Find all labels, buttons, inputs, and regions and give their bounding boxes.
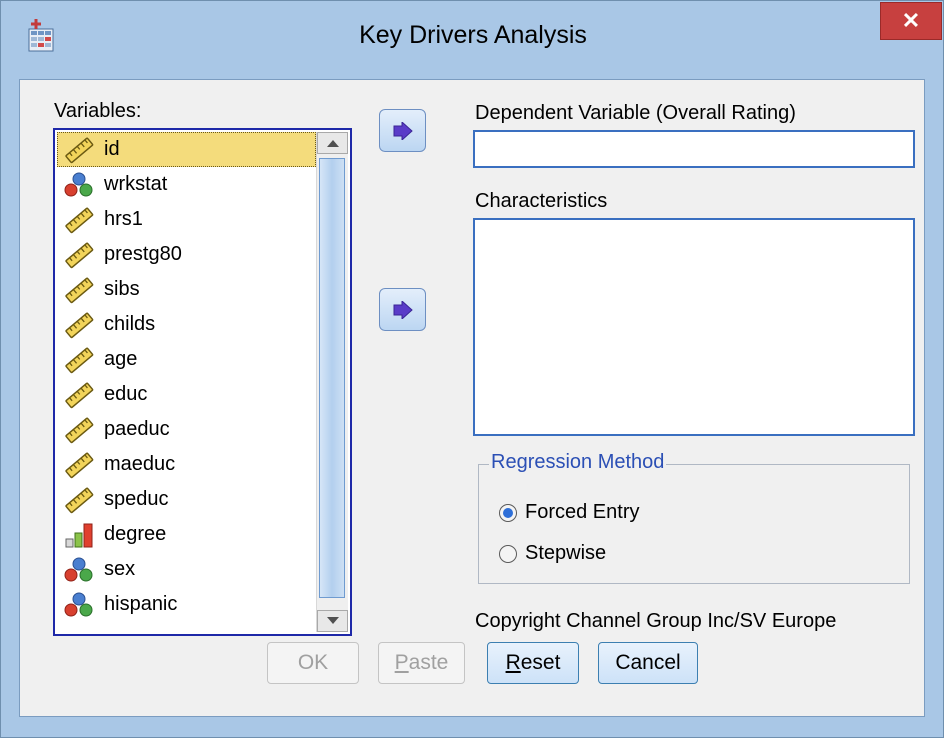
move-to-dependent-button[interactable] (379, 109, 426, 152)
variable-item-maeduc[interactable]: maeduc (57, 447, 316, 482)
scale-icon (62, 451, 96, 479)
scale-icon (62, 241, 96, 269)
radio-unchecked-icon (499, 544, 517, 563)
scale-icon (62, 346, 96, 374)
variable-label: degree (104, 523, 167, 545)
variables-listbox[interactable]: id wrkstat hrs1 prestg80 sibs childs age educ pa… (53, 128, 352, 636)
variable-label: childs (104, 313, 156, 335)
scroll-up-icon (326, 140, 339, 147)
dependent-variable-label: Dependent Variable (Overall Rating) (475, 102, 796, 124)
variable-item-sex[interactable]: sex (57, 552, 316, 587)
variable-item-educ[interactable]: educ (57, 377, 316, 412)
scale-icon (62, 276, 96, 304)
regression-method-group: Regression Method Forced Entry Stepwise (478, 451, 910, 584)
variable-item-wrkstat[interactable]: wrkstat (57, 167, 316, 202)
forced-entry-radio[interactable]: Forced Entry (499, 501, 639, 524)
variable-label: sibs (104, 278, 140, 300)
variable-item-speduc[interactable]: speduc (57, 482, 316, 517)
variable-item-hrs1[interactable]: hrs1 (57, 202, 316, 237)
variable-item-age[interactable]: age (57, 342, 316, 377)
variables-scrollbar[interactable] (316, 132, 348, 632)
reset-button[interactable]: Reset (487, 642, 579, 684)
reset-mnemonic: R (505, 651, 521, 674)
variables-items: id wrkstat hrs1 prestg80 sibs childs age educ pa… (57, 132, 316, 622)
variable-item-sibs[interactable]: sibs (57, 272, 316, 307)
reset-label-rest: eset (520, 651, 561, 674)
nominal-icon (62, 171, 96, 199)
dialog-body: Variables: id wrkstat hrs1 prestg80 sibs chil… (19, 79, 925, 717)
paste-mnemonic: P (394, 651, 409, 674)
variables-label: Variables: (54, 100, 142, 122)
variable-item-paeduc[interactable]: paeduc (57, 412, 316, 447)
paste-button[interactable]: Paste (378, 642, 465, 684)
variable-label: age (104, 348, 138, 370)
variable-item-hispanic[interactable]: hispanic (57, 587, 316, 622)
stepwise-radio[interactable]: Stepwise (499, 542, 606, 565)
reset-label: Reset (506, 651, 561, 675)
right-arrow-icon (393, 121, 413, 140)
stepwise-label: Stepwise (525, 542, 607, 564)
variable-label: speduc (104, 488, 169, 510)
radio-checked-icon (499, 503, 517, 522)
variable-label: hrs1 (104, 208, 143, 230)
dialog-title: Key Drivers Analysis (359, 21, 587, 49)
variable-label: sex (104, 558, 136, 580)
characteristics-listbox[interactable] (473, 218, 915, 436)
copyright-text: Copyright Channel Group Inc/SV Europe (475, 610, 837, 632)
ordinal-icon (62, 521, 96, 549)
variable-item-prestg80[interactable]: prestg80 (57, 237, 316, 272)
variable-label: paeduc (104, 418, 170, 440)
characteristics-label: Characteristics (475, 190, 608, 212)
dependent-variable-field[interactable] (473, 130, 915, 168)
close-icon: ✕ (901, 8, 921, 33)
variable-label: id (104, 138, 120, 160)
variable-item-id[interactable]: id (57, 132, 316, 167)
ok-label: OK (297, 651, 329, 674)
close-button[interactable]: ✕ (880, 2, 942, 40)
cancel-label: Cancel (615, 651, 681, 674)
variable-item-degree[interactable]: degree (57, 517, 316, 552)
ok-button[interactable]: OK (267, 642, 359, 684)
scale-icon (62, 206, 96, 234)
dialog-window: Key Drivers Analysis ✕ Variables: id wrks… (0, 0, 944, 738)
nominal-icon (62, 591, 96, 619)
right-arrow-icon (393, 300, 413, 319)
forced-entry-label: Forced Entry (525, 501, 640, 523)
scroll-down-icon (326, 617, 339, 624)
move-to-characteristics-button[interactable] (379, 288, 426, 331)
scale-icon (62, 311, 96, 339)
paste-label-rest: aste (408, 651, 449, 674)
variable-label: prestg80 (104, 243, 182, 265)
variable-label: educ (104, 383, 148, 405)
variable-item-childs[interactable]: childs (57, 307, 316, 342)
variable-label: maeduc (104, 453, 176, 475)
paste-label: Paste (395, 651, 449, 675)
title-bar[interactable]: Key Drivers Analysis ✕ (1, 1, 943, 81)
scale-icon (62, 416, 96, 444)
scroll-down-button[interactable] (317, 610, 348, 632)
cancel-button[interactable]: Cancel (598, 642, 698, 684)
scroll-thumb[interactable] (319, 158, 345, 598)
variable-label: hispanic (104, 593, 178, 615)
nominal-icon (62, 556, 96, 584)
scale-icon (62, 381, 96, 409)
variable-label: wrkstat (104, 173, 168, 195)
scale-icon (62, 486, 96, 514)
scale-icon (62, 136, 96, 164)
scroll-up-button[interactable] (317, 132, 348, 154)
regression-method-legend: Regression Method (489, 451, 667, 474)
